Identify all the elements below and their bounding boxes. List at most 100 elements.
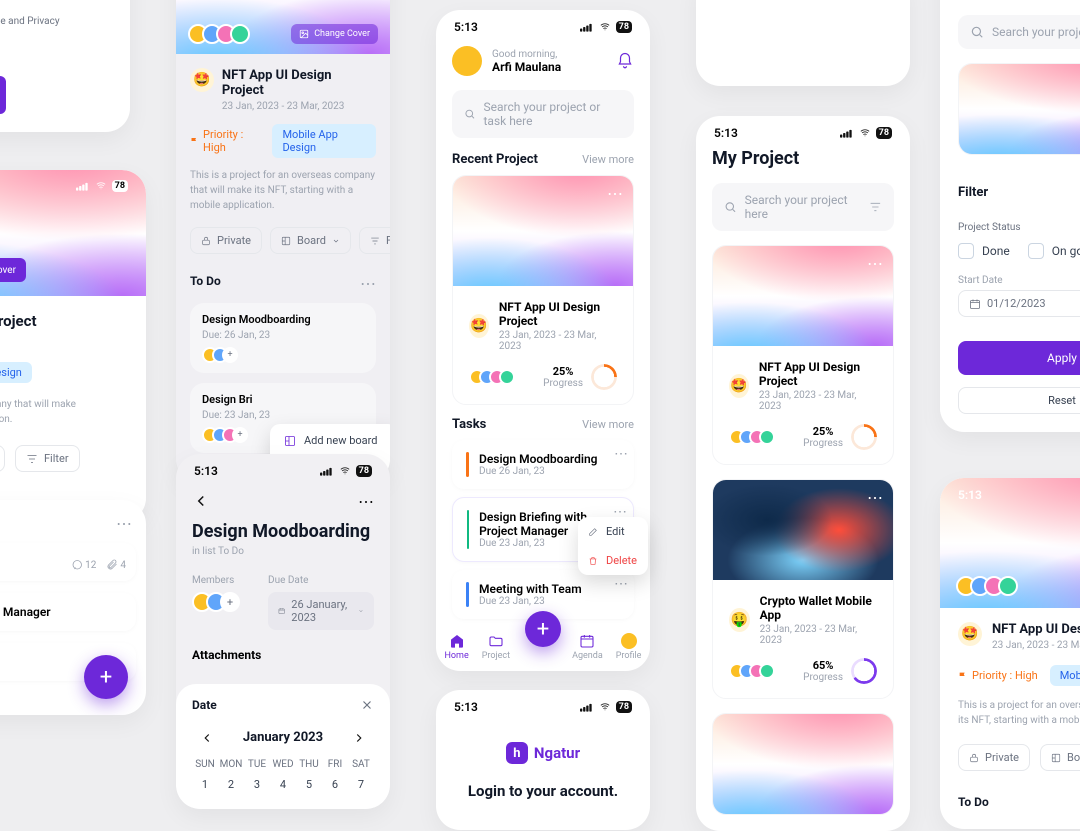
change-cover-button[interactable]: Change Cover: [291, 24, 378, 44]
board-chip[interactable]: Board: [1040, 744, 1080, 771]
private-chip[interactable]: Private: [958, 744, 1030, 771]
detail-title-frag: UI Design Project: [0, 312, 128, 330]
view-more[interactable]: View more: [582, 153, 634, 166]
fab-add[interactable]: +: [84, 655, 128, 699]
detail-tag[interactable]: Mobile App Design: [272, 124, 376, 158]
task-row[interactable]: Design MoodboardingDue 26 Jan, 23⋯: [452, 440, 634, 489]
status-icons: 78: [580, 21, 632, 33]
apply-button[interactable]: Apply: [958, 341, 1080, 375]
task-detail-sub: in list To Do: [192, 546, 374, 557]
more-icon[interactable]: ⋯: [614, 576, 628, 592]
chevron-left-icon[interactable]: [200, 731, 214, 745]
blank-card: [696, 0, 910, 86]
task-detail-title: Design Moodboarding: [192, 521, 374, 542]
progress-label: Progress: [803, 438, 843, 449]
reset-button[interactable]: Reset: [958, 387, 1080, 414]
battery-badge: 78: [616, 21, 632, 33]
signal-icon: [840, 128, 854, 138]
filter-ongoing[interactable]: On going: [1028, 243, 1080, 259]
add-board-option[interactable]: Add new board: [270, 424, 390, 457]
filter-done[interactable]: Done: [958, 243, 1010, 259]
page-title: My Project: [958, 0, 1080, 1]
status-icons: 78: [580, 701, 632, 713]
tasks-title: Tasks: [452, 417, 486, 432]
board-chip[interactable]: Board: [270, 227, 351, 254]
page-title: My Project: [712, 148, 894, 169]
bell-icon[interactable]: [616, 52, 634, 70]
status-icons: 78: [320, 465, 372, 477]
filter-icon[interactable]: [869, 200, 882, 214]
login-panel: 5:13 78 h Ngatur Login to your account.: [436, 690, 650, 830]
search-input[interactable]: Search your project or task here: [452, 90, 634, 138]
avatar[interactable]: [452, 46, 482, 76]
detail-tag[interactable]: Mobile App Design: [0, 362, 32, 383]
detail-desc: This is a project for an overseas compan…: [190, 168, 376, 213]
close-icon[interactable]: [360, 698, 374, 712]
more-icon[interactable]: ⋯: [867, 254, 883, 273]
detail-desc-frag: n overseas company that will make a mobi…: [0, 397, 128, 427]
progress-value: 25%: [803, 425, 843, 438]
more-icon[interactable]: ⋯: [360, 274, 376, 293]
project-title[interactable]: NFT App UI Design Project: [759, 360, 877, 388]
detail-desc: This is a project for an overseas comp i…: [958, 698, 1080, 728]
signal-icon: [580, 702, 594, 712]
board-icon: [284, 435, 296, 447]
nav-profile[interactable]: Profile: [616, 633, 642, 661]
filter-chip[interactable]: Filter: [15, 445, 80, 472]
battery-badge: 78: [356, 465, 372, 477]
more-icon[interactable]: ⋯: [116, 514, 132, 533]
avatar-add[interactable]: +: [232, 427, 248, 443]
avatar-add[interactable]: +: [220, 592, 240, 612]
recent-title: Recent Project: [452, 152, 538, 167]
nav-agenda[interactable]: Agenda: [572, 633, 603, 661]
change-cover-button[interactable]: Change Cover: [0, 258, 26, 282]
todo-item-title[interactable]: Design Moodboarding: [202, 313, 364, 326]
more-icon[interactable]: ⋯: [867, 488, 883, 507]
more-icon[interactable]: ⋯: [607, 184, 623, 203]
delete-option[interactable]: Delete: [578, 546, 648, 575]
filter-chip[interactable]: Filter: [359, 227, 390, 254]
username: Arfi Maulana: [492, 60, 561, 74]
fab-add[interactable]: +: [525, 611, 561, 647]
project-dates: 23 Jan, 2023 - 23 Mar, 2023: [759, 390, 877, 412]
start-date-input[interactable]: 01/12/2023: [958, 290, 1080, 317]
signup-button[interactable]: Sign up: [0, 76, 6, 114]
more-icon[interactable]: ⋯: [358, 492, 374, 511]
project-dates: 23 Jan, 2023 - 23 Mar, 2023: [760, 624, 877, 646]
progress-ring: [591, 364, 617, 390]
lock-icon: [969, 753, 979, 763]
progress-ring: [851, 424, 877, 450]
status-time: 5:13: [454, 20, 478, 34]
home-panel: 5:13 78 Good morning, Arfi Maulana Searc…: [436, 10, 650, 671]
side-task-list: ⋯ oboarding 12 4 g with Project Manager …: [0, 500, 146, 715]
search-input[interactable]: Search your project here: [712, 183, 894, 231]
priority-flag: Priority : High: [958, 669, 1038, 682]
nav-home[interactable]: Home: [445, 633, 469, 661]
chevron-down-icon: [332, 237, 340, 245]
detail-tag[interactable]: Mobile App: [1050, 665, 1080, 686]
board-chip[interactable]: Board: [0, 445, 5, 472]
comments-count: 12: [71, 559, 96, 571]
project-emoji: 🤑: [729, 608, 750, 632]
todo-item-due: Due: 26 Jan, 23: [202, 330, 364, 341]
detail-dates-frag: 23 - 23 Mar, 2023: [0, 334, 128, 345]
view-more[interactable]: View more: [582, 418, 634, 431]
due-date-chip[interactable]: 26 January, 2023: [268, 592, 374, 630]
project-title[interactable]: Crypto Wallet Mobile App: [760, 594, 877, 622]
signal-icon: [76, 181, 90, 191]
wifi-icon: [858, 128, 872, 138]
nav-project[interactable]: Project: [482, 633, 510, 661]
avatar-add[interactable]: +: [222, 347, 238, 363]
todo-item-title[interactable]: Design Bri: [202, 393, 364, 406]
back-icon[interactable]: [192, 492, 210, 510]
more-icon[interactable]: ⋯: [614, 446, 628, 462]
edit-option[interactable]: Edit: [578, 517, 648, 546]
priority-flag: Priority : High: [190, 128, 262, 154]
search-input[interactable]: Search your project here: [958, 15, 1080, 49]
battery-badge: 78: [616, 701, 632, 713]
wifi-icon: [598, 22, 612, 32]
project-title[interactable]: NFT App UI Design Project: [499, 300, 617, 328]
chevron-right-icon[interactable]: [352, 731, 366, 745]
detail-overlay: Change Cover 🤩 NFT App UI Design Project…: [176, 0, 390, 483]
private-chip[interactable]: Private: [190, 227, 262, 254]
